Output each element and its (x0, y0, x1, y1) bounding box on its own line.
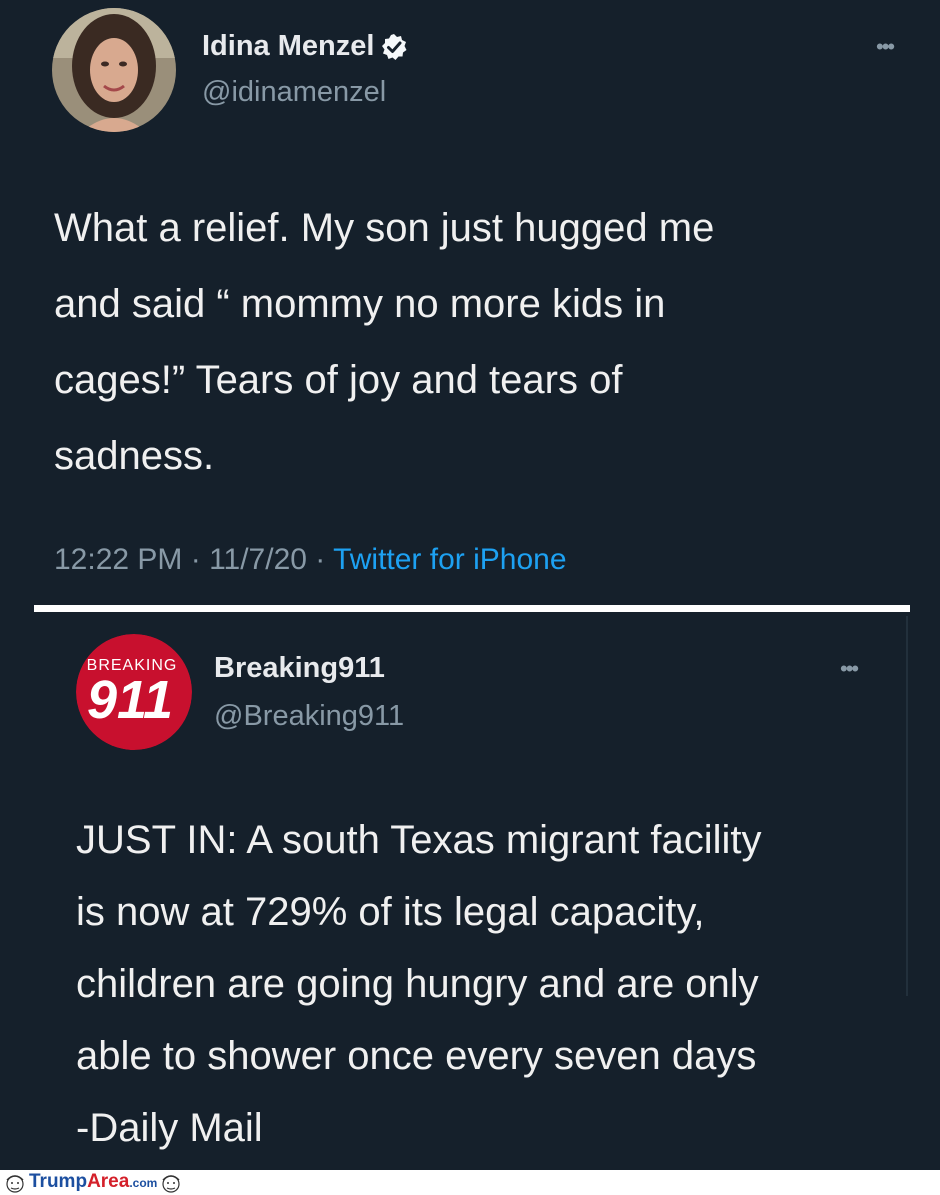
tweet-text: What a relief. My son just hugged me and… (54, 206, 715, 478)
author-name[interactable]: Idina Menzel (202, 30, 374, 63)
breaking911-avatar[interactable]: BREAKING 911 (76, 634, 192, 750)
author-handle[interactable]: @idinamenzel (202, 76, 386, 109)
author-name-row: Idina Menzel (202, 30, 408, 63)
tweet-source-link[interactable]: Twitter for iPhone (333, 543, 566, 576)
tweet-screenshot: Idina Menzel @idinamenzel ••• What a rel… (0, 0, 940, 1170)
cartoon-face-icon (162, 1174, 180, 1193)
verified-badge-icon (380, 33, 408, 61)
quoted-tweet: BREAKING 911 Breaking911 @Breaking911 ••… (0, 612, 940, 1170)
watermark-footer: TrumpArea.com (0, 1170, 940, 1195)
quoted-tweet-text: JUST IN: A south Texas migrant facility … (76, 818, 762, 1150)
card-border (906, 616, 908, 996)
tweet-meta: 12:22 PM · 11/7/20 · Twitter for iPhone (54, 543, 567, 577)
more-options-icon[interactable]: ••• (876, 36, 895, 58)
author-avatar[interactable] (52, 8, 176, 132)
quoted-author-handle[interactable]: @Breaking911 (214, 700, 404, 733)
svg-text:911: 911 (87, 670, 173, 730)
quoted-author-name[interactable]: Breaking911 (214, 652, 385, 685)
cartoon-face-icon (6, 1174, 24, 1193)
tweet-timestamp[interactable]: 12:22 PM · 11/7/20 · (54, 543, 333, 576)
trumparea-watermark[interactable]: TrumpArea.com (4, 1171, 182, 1194)
breaking911-logo-icon: BREAKING 911 (76, 634, 192, 750)
divider (34, 605, 910, 612)
more-options-icon[interactable]: ••• (840, 658, 859, 680)
watermark-text: TrumpArea.com (29, 1171, 158, 1192)
avatar-photo-icon (52, 8, 176, 132)
tweet: Idina Menzel @idinamenzel ••• What a rel… (0, 0, 940, 605)
